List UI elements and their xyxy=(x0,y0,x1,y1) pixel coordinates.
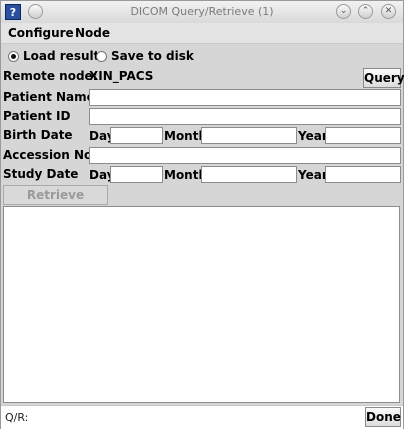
birth-year-input[interactable] xyxy=(325,127,401,144)
menu-node[interactable]: Node xyxy=(75,26,110,40)
birth-year-label: Year xyxy=(298,129,328,143)
patient-name-label: Patient Name xyxy=(3,90,95,104)
load-result-radio[interactable] xyxy=(8,51,19,62)
remote-node-label: Remote node: xyxy=(3,69,98,83)
accession-label: Accession No. xyxy=(3,148,97,162)
save-to-disk-label[interactable]: Save to disk xyxy=(111,49,194,63)
close-button[interactable]: ✕ xyxy=(381,4,396,19)
query-button[interactable]: Query xyxy=(363,68,404,88)
patient-id-label: Patient ID xyxy=(3,109,71,123)
study-year-label: Year xyxy=(298,168,328,182)
birth-day-input[interactable] xyxy=(110,127,163,144)
accession-input[interactable] xyxy=(89,147,401,164)
status-bar: Q/R: Done xyxy=(1,405,403,429)
done-button[interactable]: Done xyxy=(365,407,401,427)
chevron-down-icon: ⌄ xyxy=(339,6,348,16)
remote-node-value: XIN_PACS xyxy=(89,69,154,83)
study-day-input[interactable] xyxy=(110,166,163,183)
study-month-input[interactable] xyxy=(201,166,297,183)
load-result-label[interactable]: Load result xyxy=(23,49,99,63)
maximize-button[interactable]: ⌃ xyxy=(358,4,373,19)
results-list[interactable] xyxy=(3,206,400,403)
radio-selected-dot xyxy=(11,54,16,59)
patient-name-input[interactable] xyxy=(89,89,401,106)
study-date-label: Study Date xyxy=(3,167,79,181)
study-year-input[interactable] xyxy=(325,166,401,183)
status-text: Q/R: xyxy=(5,411,29,424)
menu-bar: Configure Node xyxy=(1,23,403,44)
menu-configure[interactable]: Configure xyxy=(8,26,74,40)
patient-id-input[interactable] xyxy=(89,108,401,125)
chevron-up-icon: ⌃ xyxy=(361,6,370,16)
query-retrieve-window: ? DICOM Query/Retrieve (1) ⌄ ⌃ ✕ Configu… xyxy=(0,0,404,429)
birth-month-input[interactable] xyxy=(201,127,297,144)
minimize-button[interactable]: ⌄ xyxy=(336,4,351,19)
birth-date-label: Birth Date xyxy=(3,128,73,142)
save-to-disk-radio[interactable] xyxy=(96,51,107,62)
close-icon: ✕ xyxy=(384,6,393,16)
title-bar: ? DICOM Query/Retrieve (1) ⌄ ⌃ ✕ xyxy=(1,1,403,24)
retrieve-selected-button[interactable]: Retrieve Selected xyxy=(3,185,108,220)
